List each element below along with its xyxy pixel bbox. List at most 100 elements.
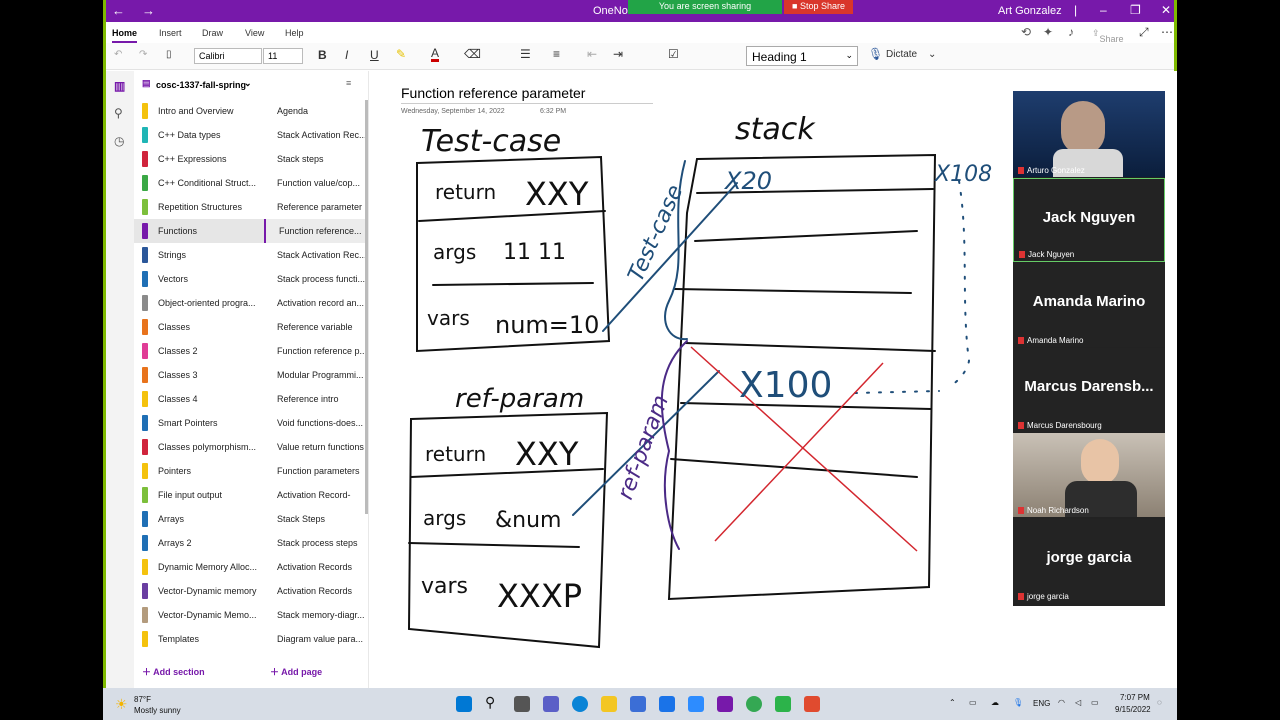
add-page-button[interactable]: ＋ Add page (270, 665, 322, 678)
page-item[interactable]: Agenda (264, 99, 368, 123)
section-item[interactable]: Intro and Overview (134, 99, 264, 123)
section-item[interactable]: Arrays 2 (134, 531, 264, 555)
numbering-icon[interactable]: ≡ (553, 47, 560, 61)
microphone-icon[interactable]: 🎙 (868, 47, 883, 61)
page-item[interactable]: Activation Records (264, 579, 368, 603)
stop-share-button[interactable]: ■ Stop Share (784, 0, 853, 14)
page-item[interactable]: Function value/cop... (264, 171, 368, 195)
font-color-icon[interactable]: A (431, 47, 440, 62)
section-item[interactable]: Functions (134, 219, 264, 243)
section-item[interactable]: Classes polymorphism... (134, 435, 264, 459)
page-item[interactable]: Stack Activation Rec... (264, 243, 368, 267)
page-item[interactable]: Value return functions (264, 435, 368, 459)
page-item[interactable]: Function reference p... (264, 339, 368, 363)
tray-chevron-icon[interactable]: ⌃ (949, 698, 956, 707)
sort-icon[interactable]: ≡ (346, 78, 351, 88)
onenote-icon[interactable] (717, 696, 733, 712)
microphone-icon[interactable]: 🎙 (1013, 698, 1023, 707)
section-item[interactable]: Arrays (134, 507, 264, 531)
chrome-icon[interactable] (746, 696, 762, 712)
expand-icon[interactable]: ⤢ (1139, 25, 1149, 40)
clock-date[interactable]: 9/15/2022 (1115, 705, 1151, 714)
notebook-selector[interactable]: ▤ cosc-1337-fall-spring ⌄ ≡ (134, 71, 366, 95)
store-icon[interactable] (630, 696, 646, 712)
indent-icon[interactable]: ⇥ (613, 47, 623, 61)
underline-icon[interactable]: U (370, 48, 379, 62)
section-item[interactable]: Classes 4 (134, 387, 264, 411)
page-item[interactable]: Stack steps (264, 147, 368, 171)
font-size-select[interactable]: 11 (263, 48, 303, 64)
page-item[interactable]: Activation Records (264, 555, 368, 579)
recent-icon[interactable]: ◷ (114, 134, 124, 148)
task-view-icon[interactable] (514, 696, 530, 712)
minimize-icon[interactable]: – (1100, 3, 1107, 17)
section-item[interactable]: Repetition Structures (134, 195, 264, 219)
section-item[interactable]: File input output (134, 483, 264, 507)
more-icon[interactable]: ⋯ (1161, 25, 1173, 39)
page-item[interactable]: Function reference... (264, 219, 368, 243)
page-item[interactable]: Modular Programmi... (264, 363, 368, 387)
language-indicator[interactable]: ENG (1033, 699, 1050, 708)
mail-icon[interactable] (659, 696, 675, 712)
participant-tile[interactable]: Amanda Marino Amanda Marino (1013, 263, 1165, 347)
todo-tag-icon[interactable]: ☑ (668, 47, 679, 61)
edge-icon[interactable] (572, 696, 588, 712)
page-item[interactable]: Stack Steps (264, 507, 368, 531)
dictate-button[interactable]: Dictate (886, 49, 917, 60)
dictate-chevron-icon[interactable]: ⌄ (928, 49, 936, 60)
add-section-button[interactable]: ＋ Add section (142, 665, 205, 678)
bullets-icon[interactable]: ☰ (520, 47, 531, 61)
section-item[interactable]: Strings (134, 243, 264, 267)
redo-icon[interactable]: ↷ (139, 49, 147, 60)
section-item[interactable]: Pointers (134, 459, 264, 483)
cloud-icon[interactable]: ☁ (991, 698, 999, 707)
battery-icon[interactable]: ▭ (1091, 698, 1099, 707)
weather-icon[interactable]: ☀ (115, 696, 128, 713)
share-button[interactable]: ⇪ Share (1092, 28, 1124, 44)
clipboard-icon[interactable]: ▯ (166, 49, 172, 60)
file-explorer-icon[interactable] (601, 696, 617, 712)
page-item[interactable]: Activation Record- (264, 483, 368, 507)
clock-time[interactable]: 7:07 PM (1120, 693, 1150, 702)
participant-tile-video[interactable]: Noah Richardson (1013, 433, 1165, 517)
page-item[interactable]: Activation record an... (264, 291, 368, 315)
section-item[interactable]: Classes (134, 315, 264, 339)
outdent-icon[interactable]: ⇤ (587, 47, 597, 61)
section-item[interactable]: Smart Pointers (134, 411, 264, 435)
maximize-icon[interactable]: ❐ (1130, 3, 1141, 17)
participant-tile[interactable]: Jack Nguyen Jack Nguyen (1013, 178, 1165, 262)
start-icon[interactable] (456, 696, 472, 712)
page-item[interactable]: Reference intro (264, 387, 368, 411)
app-icon[interactable] (804, 696, 820, 712)
section-item[interactable]: Vectors (134, 267, 264, 291)
page-item[interactable]: Stack process steps (264, 531, 368, 555)
section-item[interactable]: Vector-Dynamic memory (134, 579, 264, 603)
chat-icon[interactable] (543, 696, 559, 712)
page-item[interactable]: Function parameters (264, 459, 368, 483)
section-item[interactable]: Classes 2 (134, 339, 264, 363)
undo-icon[interactable]: ↶ (114, 49, 122, 60)
italic-icon[interactable]: I (345, 48, 348, 62)
user-name[interactable]: Art Gonzalez (998, 5, 1062, 17)
section-item[interactable]: Dynamic Memory Alloc... (134, 555, 264, 579)
page-item[interactable]: Reference parameter (264, 195, 368, 219)
forward-icon[interactable]: → (142, 3, 155, 18)
page-item[interactable]: Void functions-does... (264, 411, 368, 435)
search-icon[interactable]: ⚲ (485, 694, 501, 710)
bold-icon[interactable]: B (318, 48, 327, 62)
participant-tile[interactable]: Marcus Darensb... Marcus Darensbourg (1013, 348, 1165, 432)
section-item[interactable]: Templates (134, 627, 264, 651)
participant-tile[interactable]: jorge garcia jorge garcia (1013, 519, 1165, 603)
highlight-icon[interactable]: ✎ (396, 47, 406, 61)
wifi-icon[interactable]: ◠ (1058, 698, 1065, 707)
bell-icon[interactable]: ♪ (1068, 25, 1074, 39)
page-item[interactable]: Stack Activation Rec... (264, 123, 368, 147)
tray-icon[interactable]: ▭ (969, 698, 977, 707)
tab-help[interactable]: Help (285, 28, 304, 38)
section-item[interactable]: C++ Expressions (134, 147, 264, 171)
tab-insert[interactable]: Insert (159, 28, 182, 38)
section-item[interactable]: Object-oriented progra... (134, 291, 264, 315)
notifications-icon[interactable]: ◌ (1157, 698, 1162, 707)
font-family-select[interactable]: Calibri (194, 48, 262, 64)
clear-format-icon[interactable]: ⌫ (464, 47, 481, 61)
